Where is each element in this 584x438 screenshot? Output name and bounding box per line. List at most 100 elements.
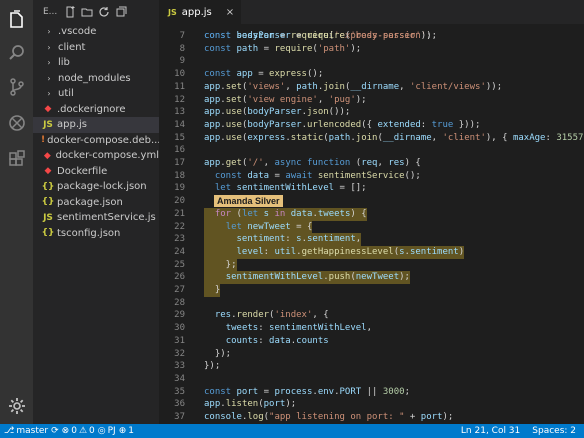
sync-button[interactable]: ⟳ <box>51 426 59 436</box>
collapse-all-icon[interactable] <box>114 5 127 18</box>
line-number: 18 <box>174 170 185 181</box>
tree-file[interactable]: {} package-lock.json <box>33 179 159 195</box>
docker-icon: ◆ <box>43 150 51 161</box>
tree-folder[interactable]: › client <box>33 40 159 56</box>
code-text: }); <box>204 361 221 372</box>
explorer-icon[interactable] <box>5 8 28 31</box>
code-text: const data = await sentimentService(); <box>214 170 421 181</box>
code-line: 24 level: util.getHappinessLevel(s.senti… <box>159 245 584 259</box>
explorer-sidebar: E... › .vscode › client › lib › node_modules › ut… <box>33 0 159 424</box>
line-number: 17 <box>174 158 185 168</box>
code-line: 15 app.use(express.static(path.join(__dir… <box>159 132 584 145</box>
tree-item-label: app.js <box>57 119 87 131</box>
code-text: sentiment: s.sentiment, <box>204 233 362 246</box>
line-number: 37 <box>174 412 185 422</box>
tree-item-label: docker-compose.yml <box>55 150 159 162</box>
json-icon: {} <box>41 181 55 192</box>
line-number: 7 <box>179 31 185 41</box>
close-icon[interactable]: × <box>226 7 234 18</box>
branch-indicator[interactable]: ⎇ master <box>4 426 48 436</box>
code-text: sentimentWithLevel.push(newTweet); <box>204 271 410 284</box>
extensions-icon[interactable] <box>5 146 28 169</box>
explorer-title: E... <box>43 7 58 17</box>
code-line: 33}); <box>159 360 584 373</box>
live-share-indicator[interactable]: ◎ PJ <box>98 426 116 436</box>
tree-file[interactable]: JS sentimentService.js <box>33 210 159 226</box>
participants-icon: ⊕ <box>118 426 127 436</box>
tree-file[interactable]: ◆ .dockerignore <box>33 102 159 118</box>
tree-folder[interactable]: › node_modules <box>33 71 159 87</box>
js-icon: JS <box>43 212 53 223</box>
code-line: 23 sentiment: s.sentiment, <box>159 233 584 246</box>
code-text: const path = require('path'); <box>204 43 362 54</box>
tree-file[interactable]: {} package.json <box>33 195 159 211</box>
tree-item-label: lib <box>58 57 70 69</box>
source-control-icon[interactable] <box>5 75 28 98</box>
new-file-icon[interactable] <box>63 5 76 18</box>
code-line-partial: const session = require('express-session… <box>204 30 438 41</box>
tree-file[interactable]: ! docker-compose.deb... <box>33 133 159 149</box>
participants-count: 1 <box>128 426 134 436</box>
explorer-header: E... <box>33 0 159 24</box>
refresh-icon[interactable] <box>97 5 110 18</box>
js-icon: JS <box>168 7 177 17</box>
tree-item-label: Dockerfile <box>57 165 108 177</box>
tab-app-js[interactable]: JS app.js × <box>159 0 241 24</box>
tree-folder[interactable]: › .vscode <box>33 24 159 40</box>
line-number: 10 <box>174 69 185 80</box>
line-number: 21 <box>174 208 185 219</box>
code-text: app.listen(port); <box>204 399 297 410</box>
tree-folder[interactable]: › util <box>33 86 159 102</box>
indentation[interactable]: Spaces: 2 <box>532 426 576 436</box>
collaborator-cursor-label: Amanda Silver <box>214 195 283 207</box>
gear-icon[interactable] <box>5 394 28 417</box>
tree-file[interactable]: ◆ docker-compose.yml <box>33 148 159 164</box>
line-number: 8 <box>179 43 185 54</box>
tab-bar: JS app.js × <box>159 0 584 24</box>
code-line: 27 } <box>159 284 584 297</box>
line-number: 9 <box>179 56 185 67</box>
code-editor[interactable]: const session = require('express-session… <box>159 24 584 424</box>
participants-indicator[interactable]: ⊕ 1 <box>119 426 134 436</box>
json-icon: {} <box>41 228 55 239</box>
warning-icon: ⚠ <box>78 426 88 436</box>
line-number: 27 <box>174 285 185 295</box>
exclamation-icon: ! <box>41 135 46 146</box>
tree-file[interactable]: {} tsconfig.json <box>33 226 159 242</box>
sync-icon: ⟳ <box>51 426 59 436</box>
tree-file[interactable]: ◆ Dockerfile <box>33 164 159 180</box>
code-line: 8 const path = require('path'); <box>159 43 584 56</box>
line-number: 16 <box>174 145 185 156</box>
line-number: 24 <box>174 246 185 257</box>
code-line: 13 app.use(bodyParser.json()); <box>159 106 584 119</box>
chevron-right-icon: › <box>47 89 51 99</box>
code-line: 37 console.log("app listening on port: " … <box>159 411 584 424</box>
tree-item-label: package-lock.json <box>57 181 147 193</box>
code-line: 16 <box>159 144 584 157</box>
docker-icon: ◆ <box>44 166 52 177</box>
code-line: 9 <box>159 55 584 68</box>
search-icon[interactable] <box>5 41 28 64</box>
problems-indicator[interactable]: ⊗ 0 ⚠ 0 <box>62 426 95 436</box>
debug-icon[interactable] <box>5 111 28 134</box>
line-number: 36 <box>174 399 185 410</box>
line-number: 28 <box>174 297 185 308</box>
code-text: } <box>204 284 221 297</box>
code-text: level: util.getHappinessLevel(s.sentimen… <box>204 245 465 259</box>
new-folder-icon[interactable] <box>80 5 93 18</box>
line-number: 19 <box>174 183 185 194</box>
tree-item-label: .dockerignore <box>57 103 126 115</box>
line-number: 30 <box>174 323 185 334</box>
chevron-right-icon: › <box>47 58 51 68</box>
error-count: 0 <box>71 426 77 436</box>
line-number: 25 <box>174 259 185 270</box>
line-number: 14 <box>174 119 185 130</box>
chevron-right-icon: › <box>47 42 51 52</box>
tree-folder[interactable]: › lib <box>33 55 159 71</box>
cursor-position[interactable]: Ln 21, Col 31 <box>461 426 520 436</box>
code-text: }); <box>204 348 232 359</box>
live-share-user: PJ <box>107 426 116 436</box>
tree-item-label: package.json <box>57 196 123 208</box>
tree-file[interactable]: JS app.js <box>33 117 159 133</box>
live-share-icon: ◎ <box>97 426 106 436</box>
